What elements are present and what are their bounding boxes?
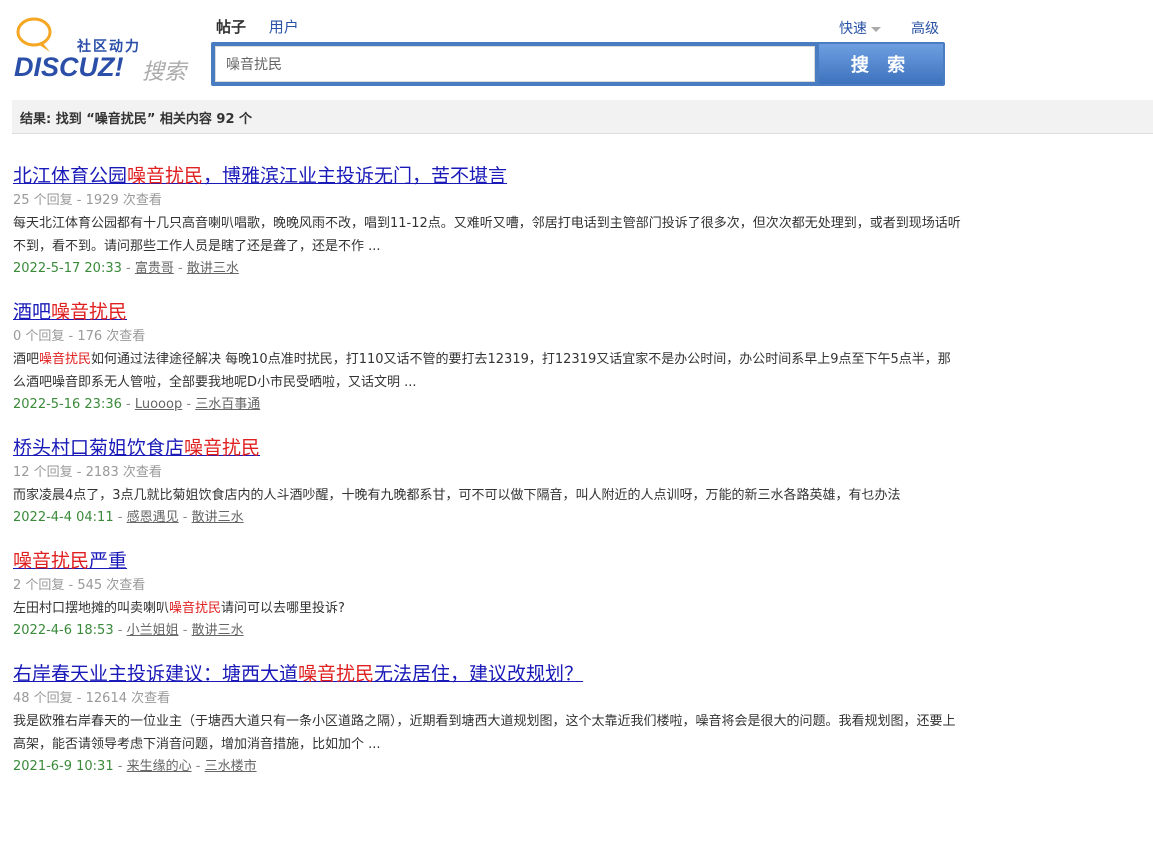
- title-highlight: 噪音扰民: [298, 663, 375, 685]
- title-text: 严重: [89, 550, 128, 572]
- result-title-link[interactable]: 酒吧噪音扰民: [13, 298, 127, 326]
- result-snippet: 左田村口摆地摊的叫卖喇叭噪音扰民请问可以去哪里投诉?: [13, 597, 963, 620]
- snippet-highlight: 噪音扰民: [39, 352, 92, 367]
- title-text: ，博雅滨江业主投诉无门，苦不堪言: [203, 165, 508, 187]
- snippet-text: 请问可以去哪里投诉?: [221, 601, 345, 616]
- logo-sub: 搜索: [142, 60, 187, 85]
- snippet-text: 而家凌晨4点了，3点几就比菊姐饮食店内的人斗酒吵醒，十晚有九晚都系甘，可不可以做…: [13, 488, 901, 503]
- logo-brand: DISCUZ!: [14, 52, 124, 82]
- author-link[interactable]: 小兰姐姐: [127, 623, 179, 638]
- result-meta: 48 个回复 - 12614 次查看: [13, 691, 171, 706]
- tab-users[interactable]: 用户: [269, 16, 299, 37]
- result-date: 2021-6-9 10:31: [13, 759, 114, 774]
- forum-link[interactable]: 散讲三水: [192, 623, 244, 638]
- result-snippet: 酒吧噪音扰民如何通过法律途径解决 每晚10点准时扰民，打110又话不管的要打去1…: [13, 348, 963, 394]
- tab-posts[interactable]: 帖子: [216, 16, 246, 37]
- result-title-link[interactable]: 右岸春天业主投诉建议：塘西大道噪音扰民无法居住，建议改规划？: [13, 660, 583, 688]
- search-input[interactable]: [215, 46, 815, 82]
- title-text: 桥头村口菊姐饮食店: [13, 437, 185, 459]
- result-item: 右岸春天业主投诉建议：塘西大道噪音扰民无法居住，建议改规划？ 48 个回复 - …: [13, 660, 973, 778]
- quick-search-label: 快速: [839, 21, 867, 37]
- result-meta: 2 个回复 - 545 次查看: [13, 578, 146, 593]
- summary-prefix: 结果: 找到 “: [20, 112, 95, 127]
- summary-suffix: ” 相关内容 92 个: [146, 112, 253, 127]
- title-text: 北江体育公园: [13, 165, 128, 187]
- summary-keyword: 噪音扰民: [94, 112, 147, 127]
- snippet-text: 每天北江体育公园都有十几只高音喇叭唱歌，晚晚风雨不改，唱到11-12点。又难听又…: [13, 216, 961, 254]
- result-info: 2022-4-6 18:53 - 小兰姐姐 - 散讲三水: [13, 623, 244, 638]
- search-box: 搜 索: [211, 42, 945, 86]
- title-text: 酒吧: [13, 301, 52, 323]
- author-link[interactable]: 来生缘的心: [127, 759, 192, 774]
- result-date: 2022-4-6 18:53: [13, 623, 114, 638]
- author-link[interactable]: Luooop: [135, 397, 182, 412]
- snippet-text: 我是欧雅右岸春天的一位业主（于塘西大道只有一条小区道路之隔），近期看到塘西大道规…: [13, 714, 956, 752]
- advanced-search-link[interactable]: 高级: [911, 18, 939, 38]
- result-info: 2021-6-9 10:31 - 来生缘的心 - 三水楼市: [13, 759, 257, 774]
- forum-link[interactable]: 三水百事通: [195, 397, 260, 412]
- results-list: 北江体育公园噪音扰民，博雅滨江业主投诉无门，苦不堪言 25 个回复 - 1929…: [13, 162, 973, 778]
- forum-link[interactable]: 散讲三水: [187, 261, 239, 276]
- result-meta: 25 个回复 - 1929 次查看: [13, 193, 162, 208]
- result-title-link[interactable]: 北江体育公园噪音扰民，博雅滨江业主投诉无门，苦不堪言: [13, 162, 507, 190]
- quick-search-dropdown[interactable]: 快速: [839, 18, 881, 38]
- author-link[interactable]: 感恩遇见: [127, 510, 179, 525]
- snippet-text: 酒吧: [13, 352, 40, 367]
- title-highlight: 噪音扰民: [184, 437, 261, 459]
- title-highlight: 噪音扰民: [13, 550, 90, 572]
- result-meta: 12 个回复 - 2183 次查看: [13, 465, 162, 480]
- search-button[interactable]: 搜 索: [819, 44, 943, 84]
- snippet-text: 左田村口摆地摊的叫卖喇叭: [13, 601, 170, 616]
- header: 社区动力 DISCUZ! 搜索 帖子 用户 搜 索 快速 高级: [0, 0, 1153, 96]
- result-info: 2022-5-16 23:36 - Luooop - 三水百事通: [13, 397, 261, 412]
- result-item: 噪音扰民严重 2 个回复 - 545 次查看 左田村口摆地摊的叫卖喇叭噪音扰民请…: [13, 547, 973, 642]
- result-item: 桥头村口菊姐饮食店噪音扰民 12 个回复 - 2183 次查看 而家凌晨4点了，…: [13, 434, 973, 529]
- author-link[interactable]: 富贵哥: [135, 261, 174, 276]
- title-highlight: 噪音扰民: [127, 165, 204, 187]
- result-snippet: 我是欧雅右岸春天的一位业主（于塘西大道只有一条小区道路之隔），近期看到塘西大道规…: [13, 710, 963, 756]
- result-item: 酒吧噪音扰民 0 个回复 - 176 次查看 酒吧噪音扰民如何通过法律途径解决 …: [13, 298, 973, 416]
- result-title-link[interactable]: 噪音扰民严重: [13, 547, 127, 575]
- result-meta: 0 个回复 - 176 次查看: [13, 329, 146, 344]
- result-title-link[interactable]: 桥头村口菊姐饮食店噪音扰民: [13, 434, 260, 462]
- title-text: 右岸春天业主投诉建议：塘西大道: [13, 663, 299, 685]
- result-info: 2022-4-4 04:11 - 感恩遇见 - 散讲三水: [13, 510, 244, 525]
- forum-link[interactable]: 三水楼市: [205, 759, 257, 774]
- title-text: 无法居住，建议改规划？: [374, 663, 584, 685]
- search-type-tabs: 帖子 用户: [216, 16, 317, 37]
- result-info: 2022-5-17 20:33 - 富贵哥 - 散讲三水: [13, 261, 239, 276]
- result-item: 北江体育公园噪音扰民，博雅滨江业主投诉无门，苦不堪言 25 个回复 - 1929…: [13, 162, 973, 280]
- result-date: 2022-5-17 20:33: [13, 261, 122, 276]
- snippet-highlight: 噪音扰民: [169, 601, 222, 616]
- result-date: 2022-4-4 04:11: [13, 510, 114, 525]
- speech-bubble-icon: [16, 17, 52, 52]
- result-snippet: 每天北江体育公园都有十几只高音喇叭唱歌，晚晚风雨不改，唱到11-12点。又难听又…: [13, 212, 963, 258]
- forum-link[interactable]: 散讲三水: [192, 510, 244, 525]
- chevron-down-icon: [871, 26, 881, 32]
- title-highlight: 噪音扰民: [51, 301, 128, 323]
- results-summary: 结果: 找到 “噪音扰民” 相关内容 92 个: [12, 100, 1153, 134]
- snippet-text: 如何通过法律途径解决 每晚10点准时扰民，打110又话不管的要打去12319，打…: [13, 352, 951, 390]
- result-snippet: 而家凌晨4点了，3点几就比菊姐饮食店内的人斗酒吵醒，十晚有九晚都系甘，可不可以做…: [13, 484, 963, 507]
- result-date: 2022-5-16 23:36: [13, 397, 122, 412]
- discuz-logo[interactable]: 社区动力 DISCUZ! 搜索: [12, 14, 192, 85]
